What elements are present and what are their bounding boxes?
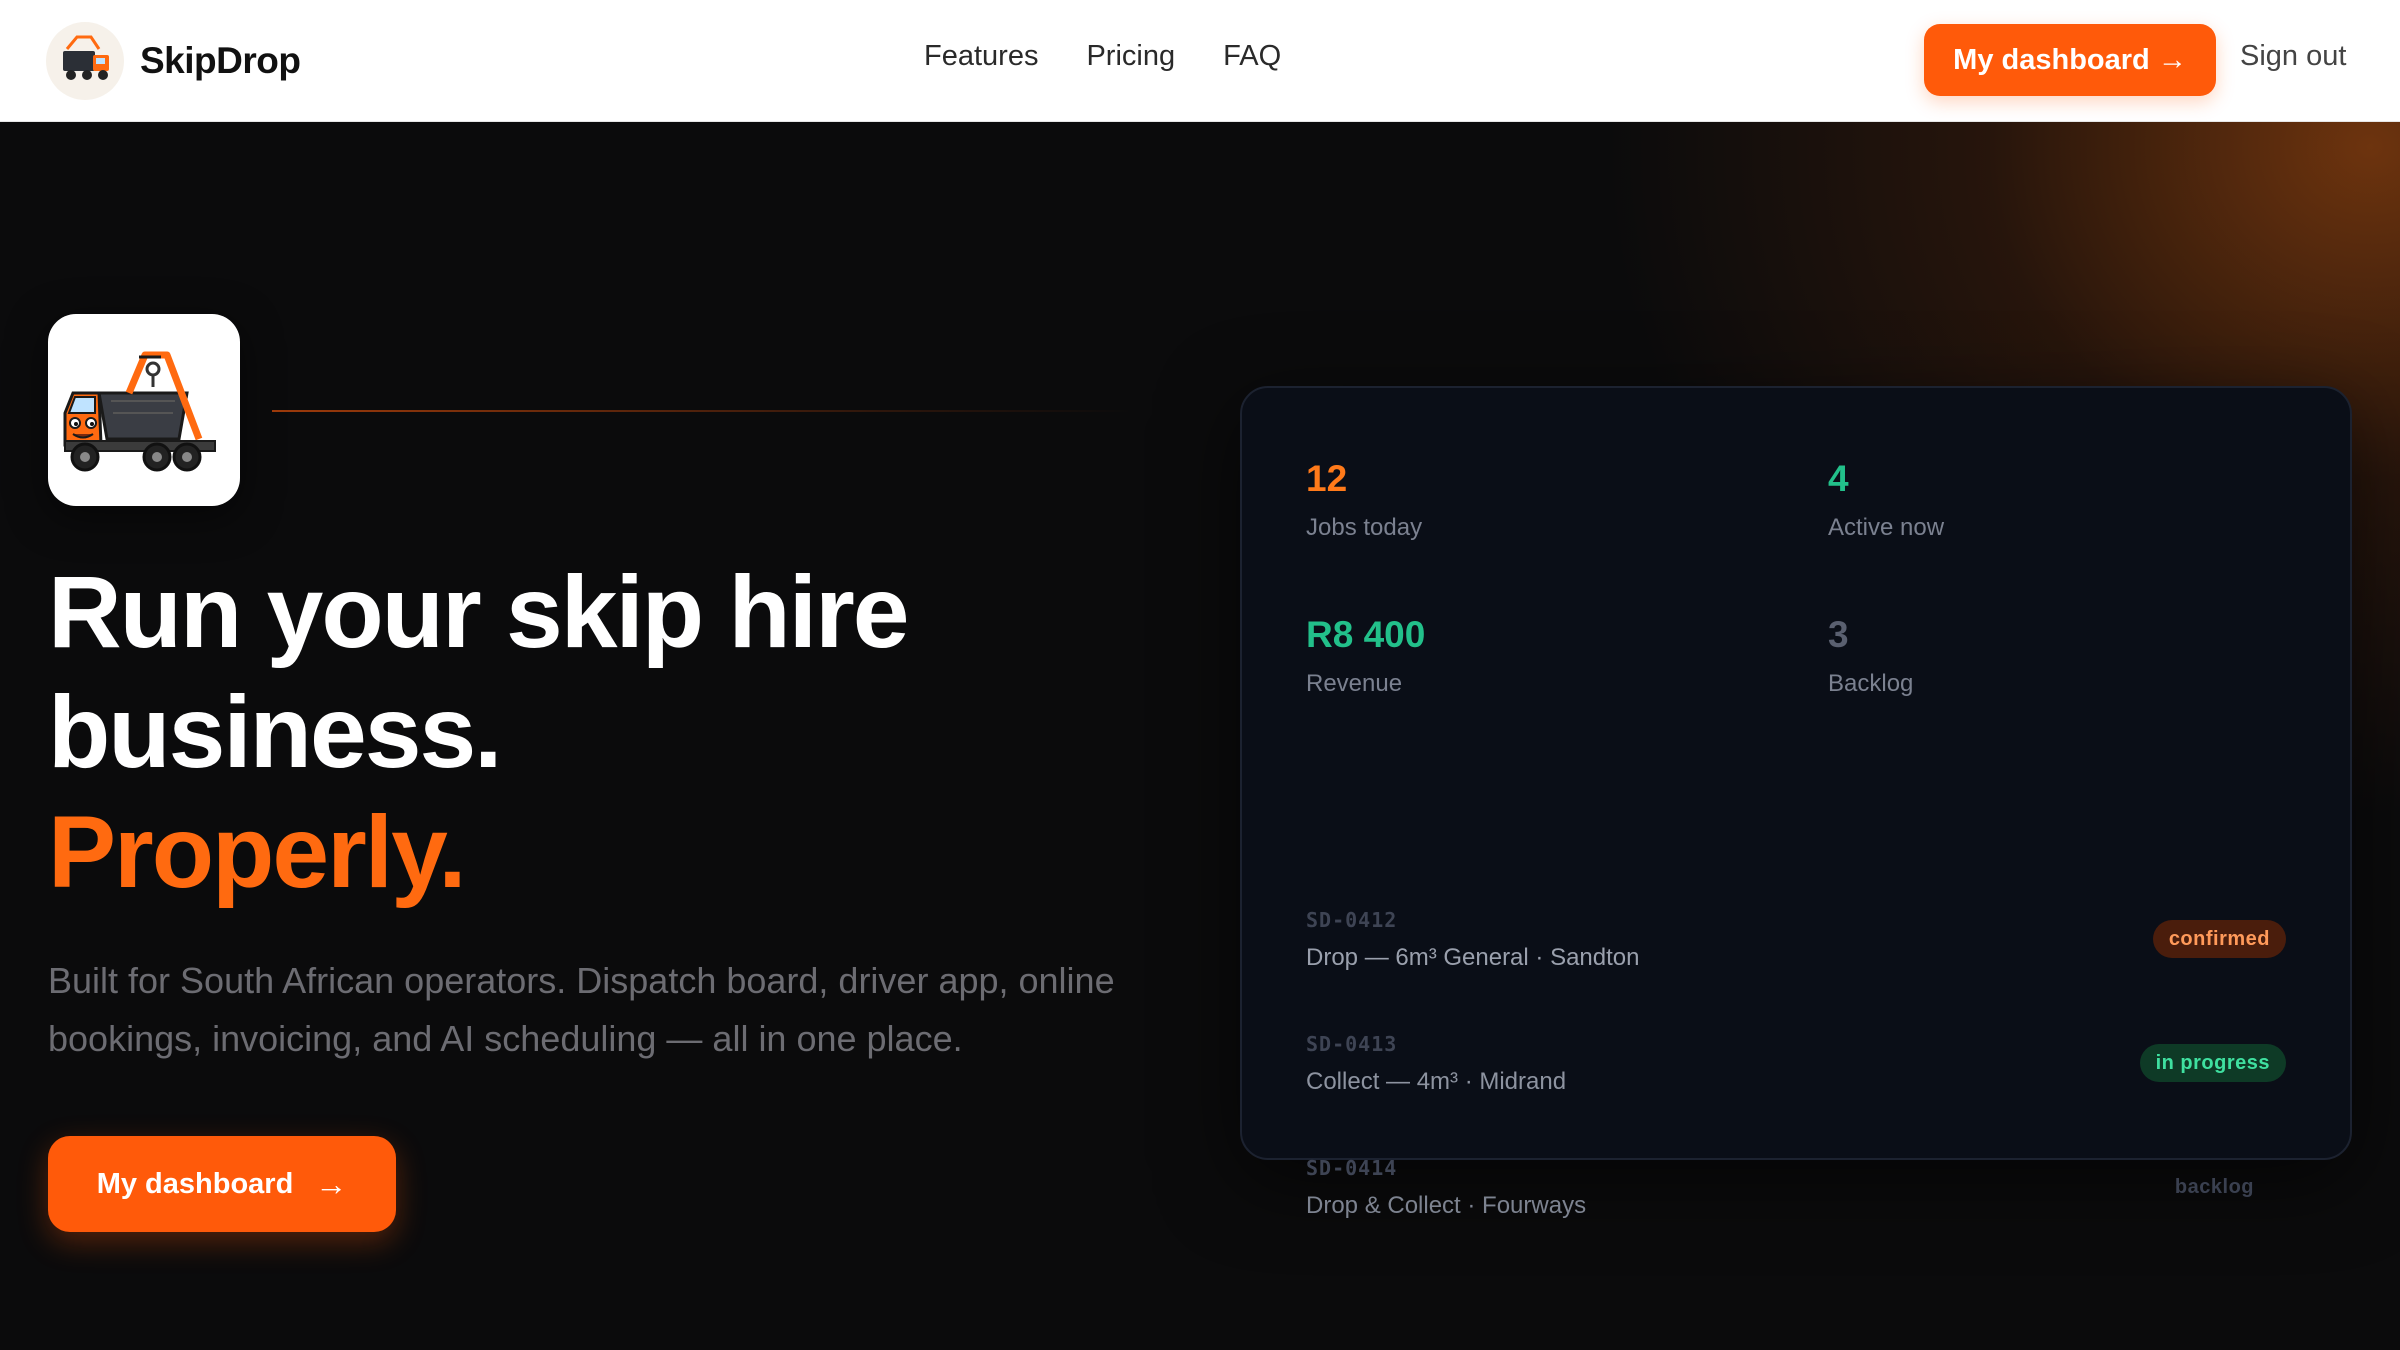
hero-subcopy: Built for South African operators. Dispa… [48,960,1115,1059]
stat-label: Revenue [1306,670,1403,697]
brand-logo-icon [46,22,124,100]
status-badge: backlog [2174,1175,2254,1198]
dashboard-preview-card: 12 Jobs today 4 Active now R8 400 Revenu… [1240,386,2352,1219]
stat-jobs-today: 12 Jobs today [1306,458,1766,542]
status-badge: in progress [2139,1044,2286,1082]
headline-accent: Properly. [48,795,467,909]
hero-dashboard-label: My dashboard [96,1167,294,1200]
nav-link-pricing[interactable]: Pricing [1086,40,1175,73]
nav-links: Features Pricing FAQ [924,40,1281,73]
stat-revenue: R8 400 Revenue [1306,614,1766,698]
nav-link-features[interactable]: Features [924,40,1038,73]
job-row[interactable]: SD-0413 Collect — 4m³ · Midrand in progr… [1306,1032,2286,1122]
accent-divider [272,410,1132,412]
status-badge: confirmed [2152,920,2286,958]
hero-headline: Run your skip hire business. Properly. [48,552,909,912]
arrow-right-icon: → [315,1165,348,1202]
stat-label: Active now [1828,514,1945,541]
headline-line-2: business. [48,675,503,789]
stat-active-now: 4 Active now [1828,458,2288,542]
stat-value: 3 [1828,614,1849,655]
stat-backlog: 3 Backlog [1828,614,2288,698]
job-id: SD-0414 [1306,1156,1398,1180]
job-row[interactable]: SD-0412 Drop — 6m³ General · Sandton con… [1306,908,2286,998]
job-id: SD-0413 [1306,1032,1398,1056]
brand[interactable]: SkipDrop [46,22,301,100]
brand-name: SkipDrop [140,40,301,81]
job-description: Drop & Collect · Fourways [1306,1192,1587,1219]
nav-link-faq[interactable]: FAQ [1223,40,1281,73]
hero-section: Run your skip hire business. Properly. B… [0,122,2400,1350]
job-description: Collect — 4m³ · Midrand [1306,1068,1567,1095]
stat-label: Jobs today [1306,514,1423,541]
nav-dashboard-button[interactable]: My dashboard → [1924,24,2216,96]
stat-value: 4 [1828,458,1849,499]
job-row[interactable]: SD-0414 Drop & Collect · Fourways backlo… [1306,1156,2286,1246]
stat-label: Backlog [1828,670,1914,697]
skip-truck-icon [48,314,240,506]
sign-out-link[interactable]: Sign out [2240,40,2346,73]
hero-dashboard-button[interactable]: My dashboard → [48,1136,396,1232]
job-description: Drop — 6m³ General · Sandton [1306,944,1640,971]
stat-value: 12 [1306,458,1348,499]
stat-value: R8 400 [1306,614,1426,655]
top-navbar: SkipDrop Features Pricing FAQ My dashboa… [0,0,2400,122]
headline-line-1: Run your skip hire [48,555,909,669]
job-id: SD-0412 [1306,908,1398,932]
